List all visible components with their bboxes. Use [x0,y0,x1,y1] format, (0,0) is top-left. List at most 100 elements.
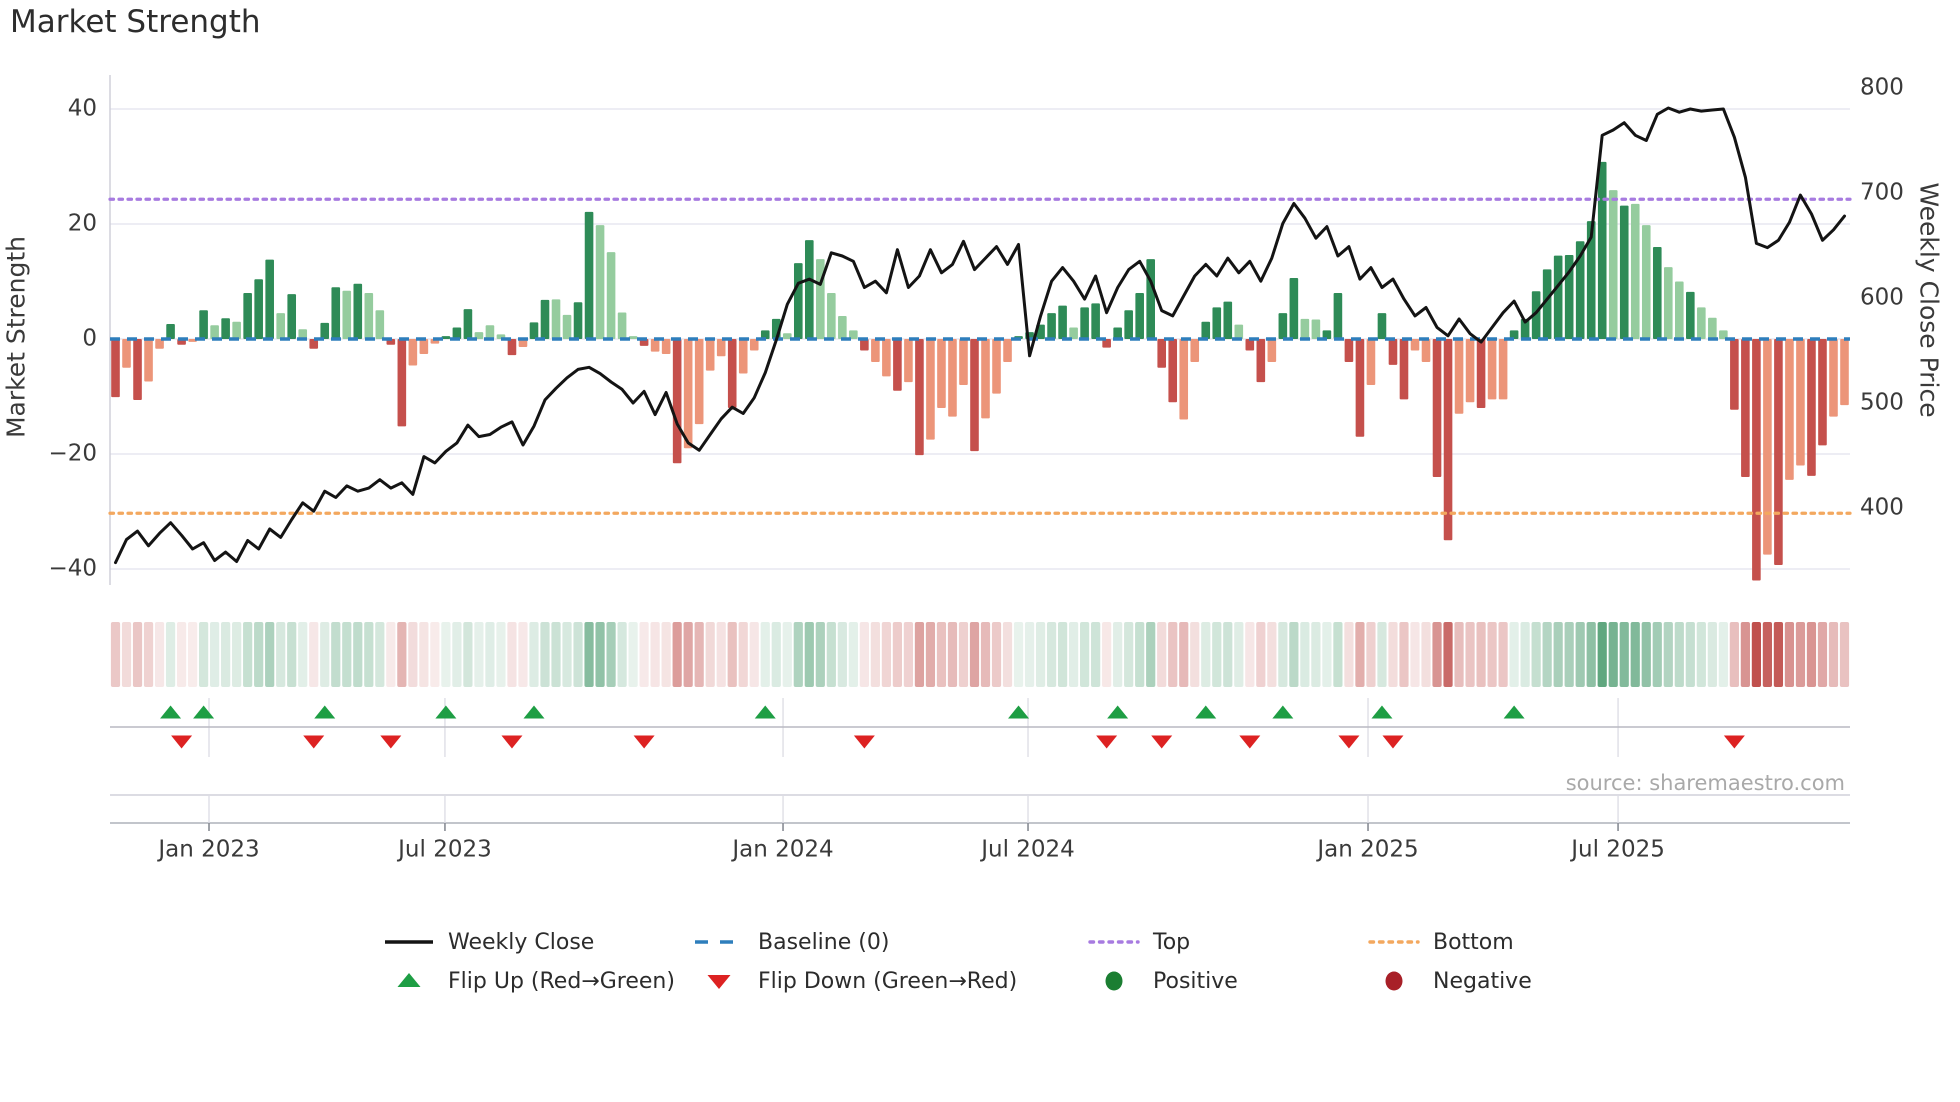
heatmap-cell [1707,622,1717,687]
strength-bar [948,339,957,417]
flip-down-marker [501,735,523,749]
heatmap-cell [1652,622,1662,687]
heatmap-cell [1035,622,1046,687]
strength-bar [661,339,671,354]
heatmap-cell [1168,622,1178,687]
heatmap-cell [452,622,462,687]
strength-bar [1069,327,1078,339]
strength-bar [265,259,274,339]
heatmap-cell [595,622,605,687]
strength-bar [375,310,385,339]
heatmap-cell [1586,622,1596,687]
strength-bar [1730,339,1739,410]
heatmap-cell [947,622,958,687]
heatmap-cell [1421,622,1431,687]
heatmap-cell [1487,622,1497,687]
strength-bar [1774,339,1783,565]
strength-bar [904,339,913,383]
heatmap-cell [1784,622,1795,687]
strength-bar [705,339,715,371]
flip-down-marker [171,735,193,749]
strength-bar [1124,310,1133,339]
heatmap-cell [1828,622,1839,687]
flip-up-marker [1371,705,1393,719]
heatmap-cell [1102,622,1112,687]
heatmap-cell [540,622,550,687]
heatmap-cell [187,622,198,687]
strength-bar [221,318,230,339]
heatmap-cell [1454,622,1464,687]
heatmap-cell [859,622,869,687]
flip-up-marker [1008,705,1030,719]
heatmap-cell [1091,622,1101,687]
strength-bar [1267,339,1277,362]
heatmap-cell [1267,622,1277,687]
strength-bar [419,339,429,354]
heatmap-cell [1135,622,1145,687]
heatmap-cell [914,622,925,687]
heatmap-cell [1366,622,1376,687]
strength-bar [320,322,330,339]
heatmap-cell [1520,622,1530,687]
heatmap-cell [408,622,418,687]
heatmap-cell [276,622,286,687]
strength-bar [1608,190,1618,339]
strength-bar [364,293,374,339]
heatmap-cell [1465,622,1475,687]
legend-item-bottom: Bottom [1368,927,1514,957]
flip-down-marker [1239,735,1261,749]
dash-blue-icon [695,940,743,944]
heatmap-cell [265,622,275,687]
heatmap-cell [1718,622,1728,687]
strength-bar [1763,339,1772,555]
flip-up-marker [523,705,545,719]
heatmap-cell [716,622,726,687]
legend-item-flip-up: Flip Up (Red→Green) [383,966,675,996]
strength-bar [1377,313,1387,339]
strength-bar [529,322,539,339]
legend-item-weekly-close: Weekly Close [383,927,594,957]
heatmap-cell [705,622,715,687]
strength-bar [1476,339,1486,408]
flip-down-marker [1723,735,1745,749]
strength-bar [672,339,682,464]
heatmap-cell [1443,622,1453,687]
heatmap-cell [1223,622,1233,687]
heatmap-cell [110,622,121,687]
heatmap-cell [980,622,991,687]
strength-bar [1311,319,1321,339]
heatmap-cell [1311,622,1321,687]
heatmap-cell [397,622,407,687]
strength-bar [1597,161,1607,339]
heatmap-cell [1531,622,1541,687]
strength-bar [1168,339,1178,403]
strength-bar [793,263,803,339]
heatmap-cell [1377,622,1387,687]
y-right-tick-label: 700 [1860,180,1904,206]
heatmap-cell [870,622,880,687]
strength-bar [816,259,825,339]
strength-bar [749,339,759,351]
strength-bar [1190,339,1200,362]
heatmap-cell [1289,622,1299,687]
flip-up-marker [160,705,182,719]
weekly-close-line [114,106,1846,565]
y-left-tick-label: −40 [48,556,97,582]
strength-bar [882,339,891,377]
strength-bar [254,279,263,339]
strength-bar [1630,203,1640,339]
flip-up-marker [314,705,336,719]
strength-bar [1796,339,1805,466]
x-tick-label: Jan 2023 [156,837,259,863]
strength-bar [1091,303,1100,339]
strength-bar [1741,339,1750,477]
heatmap-cell [1190,622,1200,687]
heatmap-cell [1234,622,1244,687]
heatmap-cell [1157,622,1167,687]
legend-label-positive: Positive [1153,968,1238,994]
legend-item-flip-down: Flip Down (Green→Red) [693,966,1017,996]
flip-up-marker [193,705,215,719]
heatmap-cell [881,622,891,687]
strength-bar [1278,313,1288,339]
heatmap-cell [154,622,165,687]
